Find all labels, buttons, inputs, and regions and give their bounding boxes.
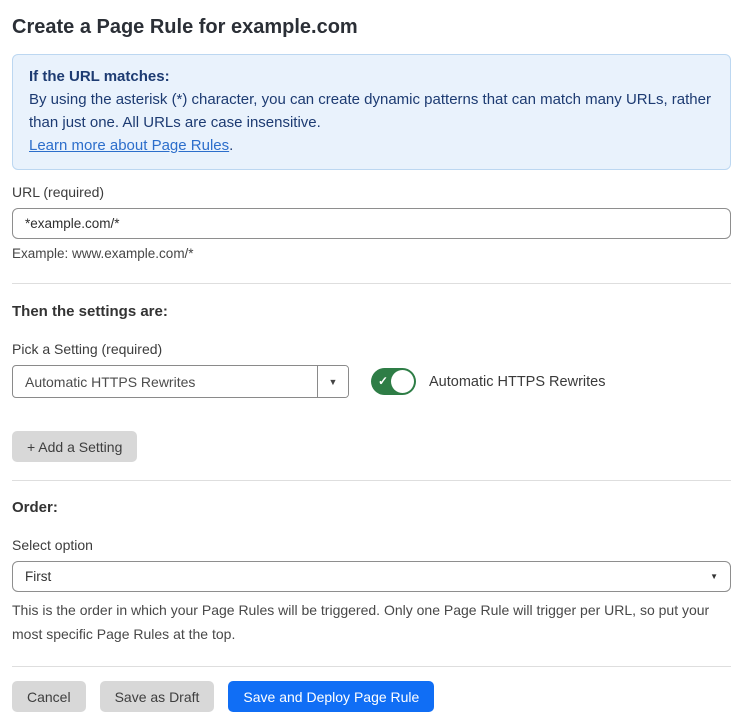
info-box-body: By using the asterisk (*) character, you… — [29, 91, 711, 131]
add-setting-button[interactable]: + Add a Setting — [12, 431, 138, 462]
order-select-label: Select option — [12, 537, 93, 553]
setting-dropdown-value: Automatic HTTPS Rewrites — [25, 373, 196, 390]
order-select[interactable]: First ▼ — [12, 561, 731, 592]
pick-setting-label: Pick a Setting (required) — [12, 341, 163, 357]
toggle-label: Automatic HTTPS Rewrites — [429, 373, 606, 390]
learn-more-link[interactable]: Learn more about Page Rules — [29, 137, 229, 154]
page-title: Create a Page Rule for example.com — [12, 16, 358, 38]
setting-dropdown-arrow-button[interactable]: ▼ — [317, 366, 348, 397]
info-box-link-line: Learn more about Page Rules. — [29, 134, 714, 157]
setting-row: Automatic HTTPS Rewrites ▼ ✓ Automatic H… — [12, 365, 731, 398]
url-example-helper: Example: www.example.com/* — [12, 246, 194, 261]
toggle-knob — [391, 370, 414, 393]
url-input[interactable] — [12, 208, 731, 239]
info-box-heading: If the URL matches: — [29, 68, 170, 85]
divider — [12, 283, 731, 284]
setting-dropdown[interactable]: Automatic HTTPS Rewrites ▼ — [12, 365, 349, 398]
order-helper-text: This is the order in which your Page Rul… — [12, 602, 710, 642]
divider — [12, 666, 731, 667]
check-icon: ✓ — [378, 374, 389, 388]
settings-section-heading: Then the settings are: — [12, 303, 168, 320]
create-page-rule-panel: Create a Page Rule for example.com If th… — [0, 0, 743, 724]
divider — [12, 480, 731, 481]
order-select-value: First — [25, 569, 52, 584]
chevron-down-icon: ▼ — [710, 572, 718, 581]
https-rewrites-toggle[interactable]: ✓ — [371, 368, 416, 395]
url-matches-info-box: If the URL matches: By using the asteris… — [12, 54, 731, 170]
order-section-heading: Order: — [12, 499, 58, 516]
url-field-label: URL (required) — [12, 184, 105, 200]
chevron-down-icon: ▼ — [328, 376, 338, 387]
link-suffix: . — [229, 137, 234, 154]
